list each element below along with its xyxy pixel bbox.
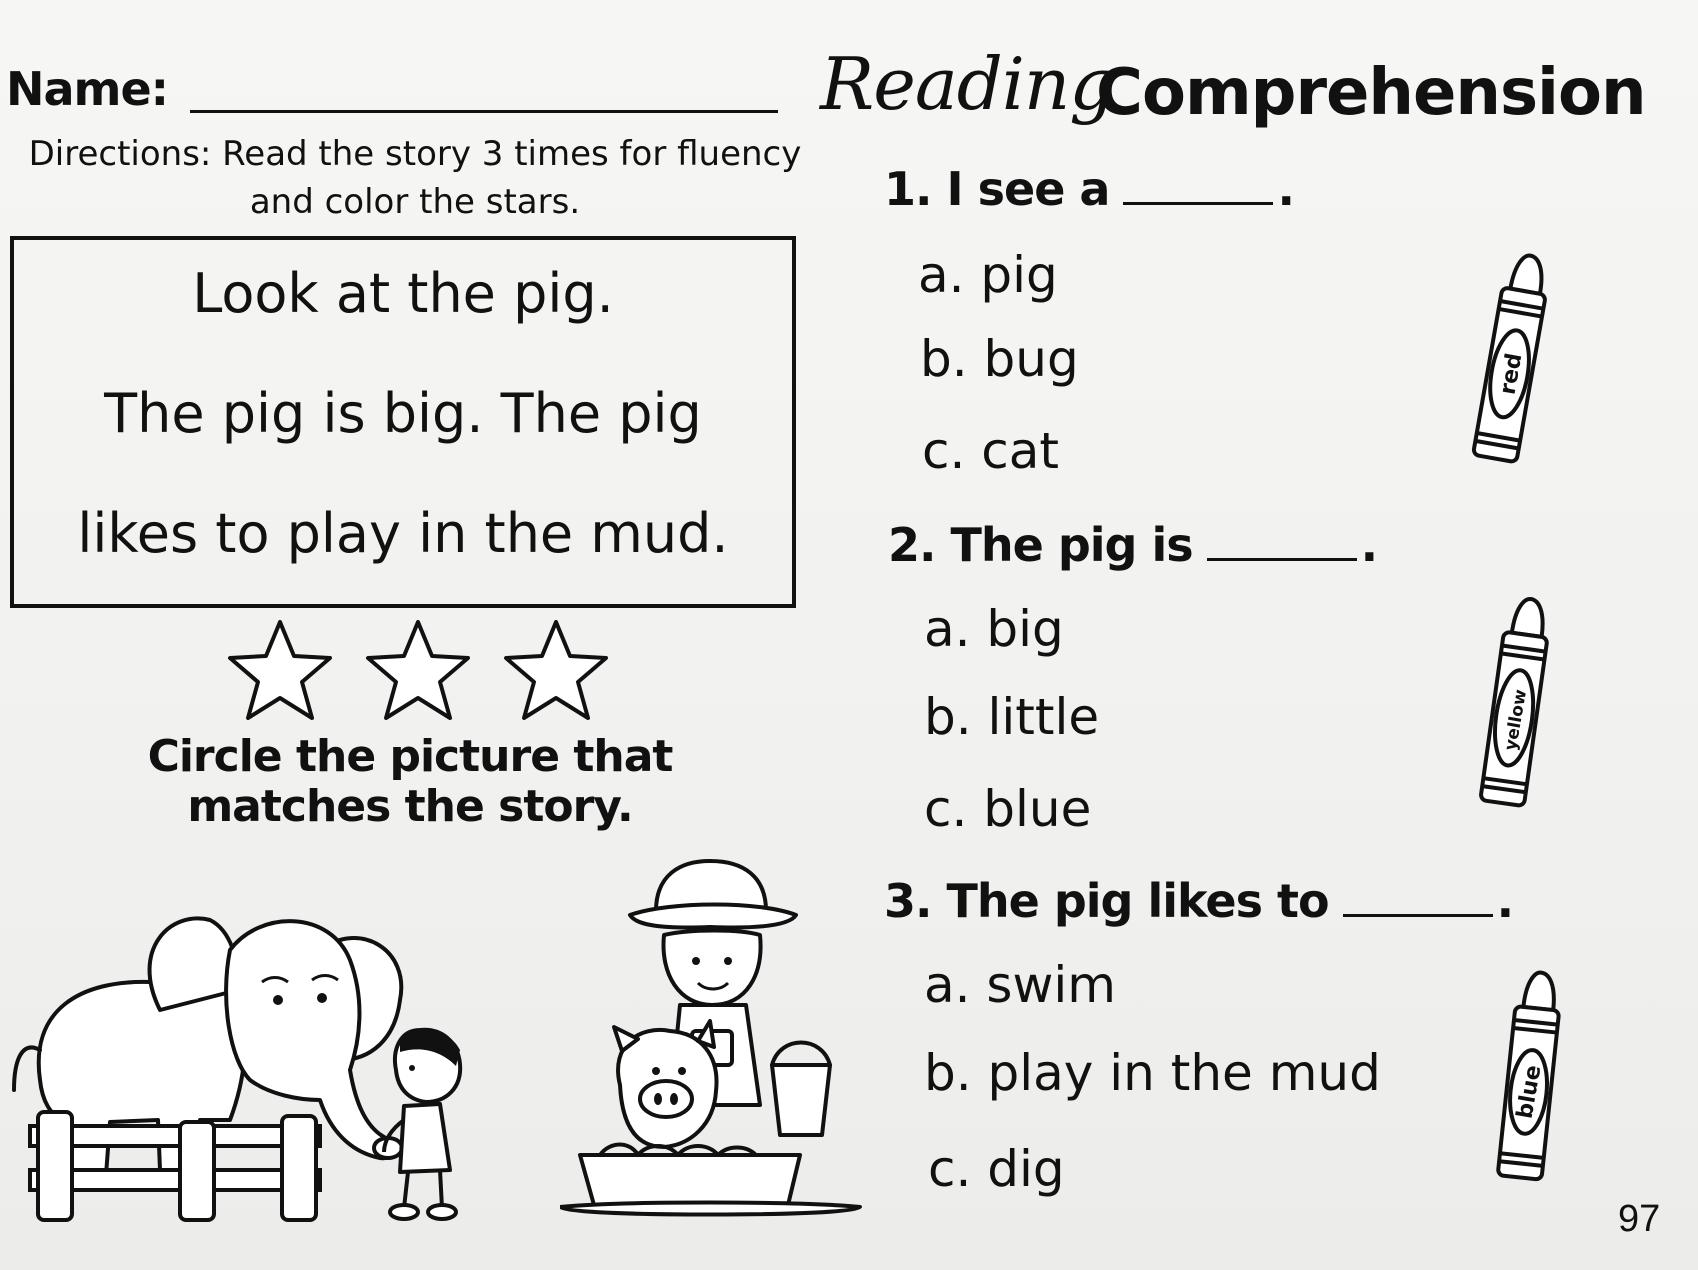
crayon-icon: blue [1496,970,1561,1182]
circle-prompt-line-1: Circle the picture that [147,731,674,782]
question-3-prompt: 3. The pig likes to. [884,874,1515,928]
title-script: Reading [820,42,1115,126]
directions: Directions: Read the story 3 times for f… [20,130,810,226]
elephant-girl-picture[interactable] [0,890,520,1230]
star-icon[interactable] [228,620,332,720]
worksheet-page: ​ Name: Reading Comprehension Directions… [0,0,1698,1270]
story-line-1: Look at the pig. [192,262,614,325]
fluency-stars [228,620,608,720]
question-3-option-a[interactable]: a. swim [924,956,1116,1014]
question-2-blank[interactable] [1206,558,1357,561]
question-1-prompt: 1. I see a. [884,162,1295,216]
question-2-option-a[interactable]: a. big [924,600,1064,658]
page-number: 97 [1618,1198,1661,1240]
circle-prompt: Circle the picture that matches the stor… [110,732,710,832]
directions-line-2: and color the stars. [249,182,581,222]
question-2-text: 2. The pig is [888,518,1194,572]
story-line-2: The pig is big. The pig [104,382,702,445]
question-1-text: 1. I see a [884,162,1110,216]
question-1-option-b[interactable]: b. bug [920,330,1079,388]
circle-prompt-line-2: matches the story. [187,781,633,832]
question-3-period: . [1496,874,1515,928]
question-3-blank[interactable] [1342,914,1493,917]
question-2-prompt: 2. The pig is. [888,518,1379,572]
name-write-line[interactable] [190,110,778,113]
crayon-icon: red [1471,253,1547,464]
name-label: Name: [6,62,169,116]
title-bold: Comprehension [1096,56,1646,130]
question-2-period: . [1360,518,1379,572]
directions-line-1: Directions: Read the story 3 times for f… [28,134,802,174]
farmer-pig-picture[interactable] [560,855,880,1225]
story-box: Look at the pig. The pig is big. The pig… [10,236,796,608]
question-2-option-b[interactable]: b. little [924,688,1099,746]
question-1-blank[interactable] [1123,202,1274,205]
question-1-option-a[interactable]: a. pig [918,246,1058,304]
story-line-3: likes to play in the mud. [77,502,729,565]
question-1-period: . [1277,162,1295,216]
question-3-option-c[interactable]: c. dig [928,1140,1065,1198]
question-3-text: 3. The pig likes to [884,874,1330,928]
crayon-icon: yellow [1479,597,1549,808]
question-1-option-c[interactable]: c. cat [922,422,1059,480]
question-2-option-c[interactable]: c. blue [924,780,1091,838]
star-icon[interactable] [366,620,470,720]
star-icon[interactable] [504,620,608,720]
question-3-option-b[interactable]: b. play in the mud [924,1044,1381,1102]
